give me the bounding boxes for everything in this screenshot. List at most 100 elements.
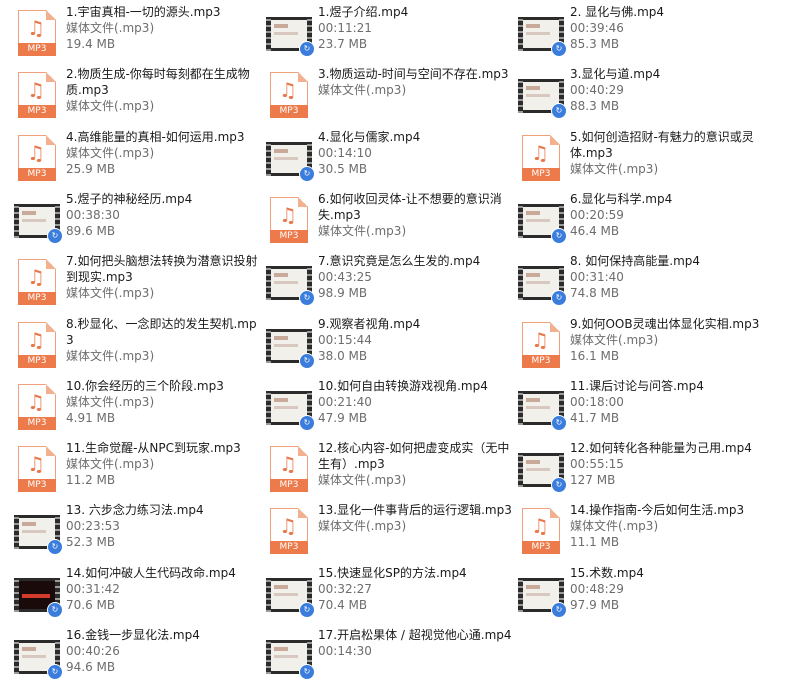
file-item[interactable]: ↻ 9.观察者视角.mp4 00:15:44 38.0 MB (266, 316, 516, 376)
file-name: 4.显化与儒家.mp4 (318, 129, 421, 144)
file-meta: 127 MB (570, 473, 616, 488)
file-item[interactable]: ↻ 10.如何自由转换游戏视角.mp4 00:21:40 47.9 MB (266, 378, 516, 438)
file-item[interactable]: ↻ 13. 六步念力练习法.mp4 00:23:53 52.3 MB (14, 502, 264, 562)
music-document-icon: ♫ MP3 (18, 259, 56, 306)
file-meta: 30.5 MB (318, 161, 368, 176)
file-item[interactable]: ↻ 5.煜子的神秘经历.mp4 00:38:30 89.6 MB (14, 191, 264, 251)
music-note-icon: ♫ (27, 327, 45, 352)
file-item[interactable]: ↻ 6.显化与科学.mp4 00:20:59 46.4 MB (518, 191, 768, 251)
file-item[interactable]: ♫ MP3 12.核心内容-如何把虚变成实（无中生有）.mp3 媒体文件(.mp3) (266, 440, 516, 500)
file-type-tag: MP3 (18, 43, 56, 56)
file-info: 2. 显化与佛.mp4 00:39:46 85.3 MB (570, 4, 766, 52)
music-document-icon: ♫ MP3 (270, 72, 308, 119)
file-item[interactable]: ♫ MP3 4.高维能量的真相-如何运用.mp3 媒体文件(.mp3) 25.9 MB (14, 129, 264, 189)
video-thumbnail-icon: ↻ (14, 197, 63, 245)
file-meta: 媒体文件(.mp3) (318, 519, 407, 534)
file-type-tag: MP3 (522, 167, 560, 181)
music-document-icon: ♫ MP3 (270, 508, 308, 555)
file-item[interactable]: ♫ MP3 3.物质运动-时间与空间不存在.mp3 媒体文件(.mp3) (266, 66, 516, 126)
file-item[interactable]: ♫ MP3 7.如何把头脑想法转换为潜意识投射到现实.mp3 媒体文件(.mp3) (14, 253, 264, 313)
file-type-tag: MP3 (270, 479, 308, 493)
music-note-icon: ♫ (531, 327, 549, 352)
file-meta: 23.7 MB (318, 37, 368, 51)
file-item[interactable]: ↻ 15.术数.mp4 00:48:29 97.9 MB (518, 565, 768, 625)
file-name: 10.如何自由转换游戏视角.mp4 (318, 378, 488, 393)
file-type-tag: MP3 (270, 229, 308, 243)
file-name: 12.核心内容-如何把虚变成实（无中生有）.mp3 (318, 441, 510, 472)
file-info: 7.意识究竟是怎么生发的.mp4 00:43:25 98.9 MB (318, 253, 514, 301)
file-item[interactable]: ↻ 12.如何转化各种能量为己用.mp4 00:55:15 127 MB (518, 440, 768, 500)
video-thumbnail-icon: ↻ (518, 384, 567, 432)
video-thumbnail-icon: ↻ (14, 633, 63, 681)
file-name: 11.课后讨论与问答.mp4 (570, 378, 704, 393)
file-item[interactable]: ↻ 17.开启松果体 / 超视觉他心通.mp4 00:14:30 (266, 627, 516, 687)
play-badge-icon: ↻ (551, 290, 567, 307)
file-meta: 媒体文件(.mp3) (66, 21, 155, 35)
music-note-icon: ♫ (279, 78, 297, 103)
play-badge-icon: ↻ (299, 290, 315, 307)
file-item[interactable]: ↻ 15.快速显化SP的方法.mp4 00:32:27 70.4 MB (266, 565, 516, 625)
mp3-file-icon: ♫ MP3 (518, 508, 566, 556)
music-document-icon: ♫ MP3 (18, 446, 56, 493)
file-info: 3.物质运动-时间与空间不存在.mp3 媒体文件(.mp3) (318, 66, 514, 98)
file-type-tag: MP3 (18, 292, 56, 306)
video-thumbnail-icon: ↻ (518, 446, 567, 494)
file-type-tag: MP3 (18, 479, 56, 493)
file-name: 3.物质运动-时间与空间不存在.mp3 (318, 67, 509, 82)
file-item[interactable]: ↻ 7.意识究竟是怎么生发的.mp4 00:43:25 98.9 MB (266, 253, 516, 313)
mp3-file-icon: ♫ MP3 (14, 72, 62, 120)
file-info: 5.煜子的神秘经历.mp4 00:38:30 89.6 MB (66, 191, 262, 239)
file-meta: 11.1 MB (570, 535, 620, 550)
file-name: 3.显化与道.mp4 (570, 67, 661, 82)
file-meta: 00:15:44 (318, 332, 372, 347)
file-meta: 媒体文件(.mp3) (570, 519, 659, 534)
file-item[interactable]: ↻ 4.显化与儒家.mp4 00:14:10 30.5 MB (266, 129, 516, 189)
file-item[interactable]: ↻ 8. 如何保持高能量.mp4 00:31:40 74.8 MB (518, 253, 768, 313)
music-note-icon: ♫ (27, 452, 45, 477)
file-meta: 媒体文件(.mp3) (318, 83, 407, 98)
file-meta: 媒体文件(.mp3) (66, 348, 155, 363)
file-name: 14.操作指南-今后如何生活.mp3 (570, 503, 745, 518)
video-thumbnail-icon: ↻ (518, 10, 567, 58)
music-document-icon: ♫ MP3 (18, 383, 56, 430)
file-item[interactable]: ♫ MP3 14.操作指南-今后如何生活.mp3 媒体文件(.mp3) 11.1 MB (518, 502, 768, 562)
music-document-icon: ♫ MP3 (270, 446, 308, 493)
file-item[interactable]: ♫ MP3 13.显化一件事背后的运行逻辑.mp3 媒体文件(.mp3) (266, 502, 516, 562)
file-item[interactable]: ↻ 3.显化与道.mp4 00:40:29 88.3 MB (518, 66, 768, 126)
file-item[interactable]: ♫ MP3 9.如何OOB灵魂出体显化实相.mp3 媒体文件(.mp3) 16.1 MB (518, 316, 768, 376)
music-document-icon: ♫ MP3 (18, 134, 56, 181)
file-item[interactable]: ♫ MP3 5.如何创造招财-有魅力的意识或灵体.mp3 媒体文件(.mp3) (518, 129, 768, 189)
video-thumbnail-icon: ↻ (14, 571, 63, 619)
music-note-icon: ♫ (27, 389, 45, 414)
file-info: 9.如何OOB灵魂出体显化实相.mp3 媒体文件(.mp3) 16.1 MB (570, 316, 766, 364)
file-meta: 00:11:21 (318, 21, 372, 35)
mp3-file-icon: ♫ MP3 (266, 196, 314, 245)
file-item[interactable]: ♫ MP3 11.生命觉醒-从NPC到玩家.mp3 媒体文件(.mp3) 11.2 MB (14, 440, 264, 500)
play-badge-icon: ↻ (551, 227, 567, 244)
file-name: 2.物质生成-你每时每刻都在生成物质.mp3 (66, 67, 250, 98)
file-name: 9.观察者视角.mp4 (318, 316, 421, 331)
file-item[interactable]: ♫ MP3 6.如何收回灵体-让不想要的意识消失.mp3 媒体文件(.mp3) (266, 191, 516, 251)
file-item[interactable]: ♫ MP3 2.物质生成-你每时每刻都在生成物质.mp3 媒体文件(.mp3) (14, 66, 264, 126)
file-item[interactable]: ♫ MP3 8.秒显化、一念即达的发生契机.mp3 媒体文件(.mp3) (14, 316, 264, 376)
file-item[interactable]: ↻ 1.煜子介绍.mp4 00:11:21 23.7 MB (266, 4, 516, 64)
music-note-icon: ♫ (531, 514, 549, 539)
file-item[interactable]: ↻ 14.如何冲破人生代码改命.mp4 00:31:42 70.6 MB (14, 565, 264, 625)
file-item[interactable]: ♫ MP3 1.宇宙真相-一切的源头.mp3 媒体文件(.mp3) 19.4 MB (14, 4, 264, 64)
file-item[interactable]: ↻ 2. 显化与佛.mp4 00:39:46 85.3 MB (518, 4, 768, 64)
music-document-icon: ♫ MP3 (522, 134, 560, 181)
file-item[interactable]: ♫ MP3 10.你会经历的三个阶段.mp3 媒体文件(.mp3) 4.91 MB (14, 378, 264, 438)
play-badge-icon: ↻ (551, 414, 567, 431)
file-item[interactable]: ↻ 11.课后讨论与问答.mp4 00:18:00 41.7 MB (518, 378, 768, 438)
video-thumbnail-icon: ↻ (518, 571, 567, 619)
mp3-file-icon: ♫ MP3 (518, 321, 566, 370)
file-info: 12.核心内容-如何把虚变成实（无中生有）.mp3 媒体文件(.mp3) (318, 440, 514, 488)
music-document-icon: ♫ MP3 (522, 321, 560, 368)
video-thumbnail-icon: ↻ (266, 322, 315, 370)
file-item[interactable]: ↻ 16.金钱一步显化法.mp4 00:40:26 94.6 MB (14, 627, 264, 687)
file-name: 10.你会经历的三个阶段.mp3 (66, 378, 224, 393)
file-info: 4.显化与儒家.mp4 00:14:10 30.5 MB (318, 129, 514, 177)
file-type-tag: MP3 (18, 354, 56, 368)
file-info: 8.秒显化、一念即达的发生契机.mp3 媒体文件(.mp3) (66, 316, 262, 364)
file-meta: 00:55:15 (570, 457, 624, 472)
